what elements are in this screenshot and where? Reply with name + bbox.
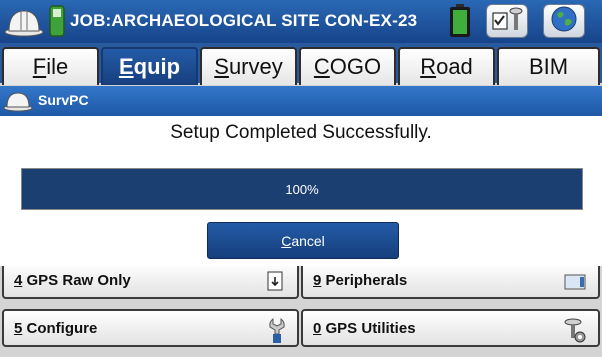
tab-road-label: oad: [436, 54, 473, 79]
tab-file[interactable]: File: [2, 47, 99, 85]
dialog-title: SurvPC: [38, 92, 89, 108]
tab-bim-label: BIM: [528, 54, 569, 79]
tab-road-mnemonic: R: [420, 54, 437, 79]
configure-text: Configure: [22, 320, 98, 337]
tab-road[interactable]: Road: [398, 47, 495, 85]
cancel-button[interactable]: Cancel: [207, 222, 399, 259]
gps-raw-only-label: 4 GPS Raw Only: [14, 272, 131, 289]
dialog-message: Setup Completed Successfully.: [170, 122, 432, 143]
battery-icon: [449, 4, 471, 43]
tab-survey[interactable]: Survey: [200, 47, 297, 85]
gps-checklist-button[interactable]: [486, 4, 528, 38]
dialog-header: SurvPC: [0, 86, 602, 116]
device-icon: [562, 269, 588, 298]
cancel-label: ancel: [291, 232, 325, 249]
tab-file-mnemonic: F: [32, 54, 47, 79]
tab-file-label: ile: [46, 54, 69, 79]
peripherals-text: Peripherals: [321, 272, 408, 289]
peripherals-button[interactable]: 9 Peripherals: [301, 261, 600, 299]
tab-equip[interactable]: Equip: [101, 47, 198, 85]
tab-survey-mnemonic: S: [214, 54, 229, 79]
globe-icon: [550, 5, 578, 38]
title-bar: JOB:ARCHAEOLOGICAL SITE CON-EX-23: [0, 0, 602, 43]
tab-equip-mnemonic: E: [118, 54, 134, 79]
progress-text: 100%: [285, 181, 319, 197]
dialog-helmet-icon: [3, 90, 33, 117]
gps-gear-icon: [562, 317, 588, 350]
progress-bar: 100%: [21, 168, 583, 210]
gps-utilities-text: GPS Utilities: [321, 320, 416, 337]
tab-bim[interactable]: BIM: [497, 47, 600, 85]
peripherals-label: 9 Peripherals: [313, 272, 407, 289]
raw-file-icon: [265, 269, 287, 298]
configure-label: 5 Configure: [14, 320, 97, 337]
gps-raw-only-button[interactable]: 4 GPS Raw Only: [2, 261, 299, 299]
job-title: JOB:ARCHAEOLOGICAL SITE CON-EX-23: [70, 11, 418, 30]
configure-button[interactable]: 5 Configure: [2, 309, 299, 347]
tab-cogo-mnemonic: C: [313, 54, 330, 79]
sd-card-icon: [49, 5, 65, 42]
gps-checklist-icon: [491, 6, 523, 37]
helmet-icon[interactable]: [4, 7, 44, 42]
tab-cogo-label: OGO: [329, 54, 382, 79]
globe-button[interactable]: [543, 4, 585, 38]
tab-equip-label: quip: [133, 54, 181, 79]
gps-raw-only-text: GPS Raw Only: [22, 272, 131, 289]
gps-utilities-label: 0 GPS Utilities: [313, 320, 416, 337]
wrench-icon: [267, 317, 287, 350]
tab-cogo[interactable]: C OGO: [299, 47, 396, 85]
tab-survey-label: urvey: [228, 54, 283, 79]
gps-utilities-button[interactable]: 0 GPS Utilities: [301, 309, 600, 347]
cancel-mnemonic: C: [281, 232, 292, 249]
